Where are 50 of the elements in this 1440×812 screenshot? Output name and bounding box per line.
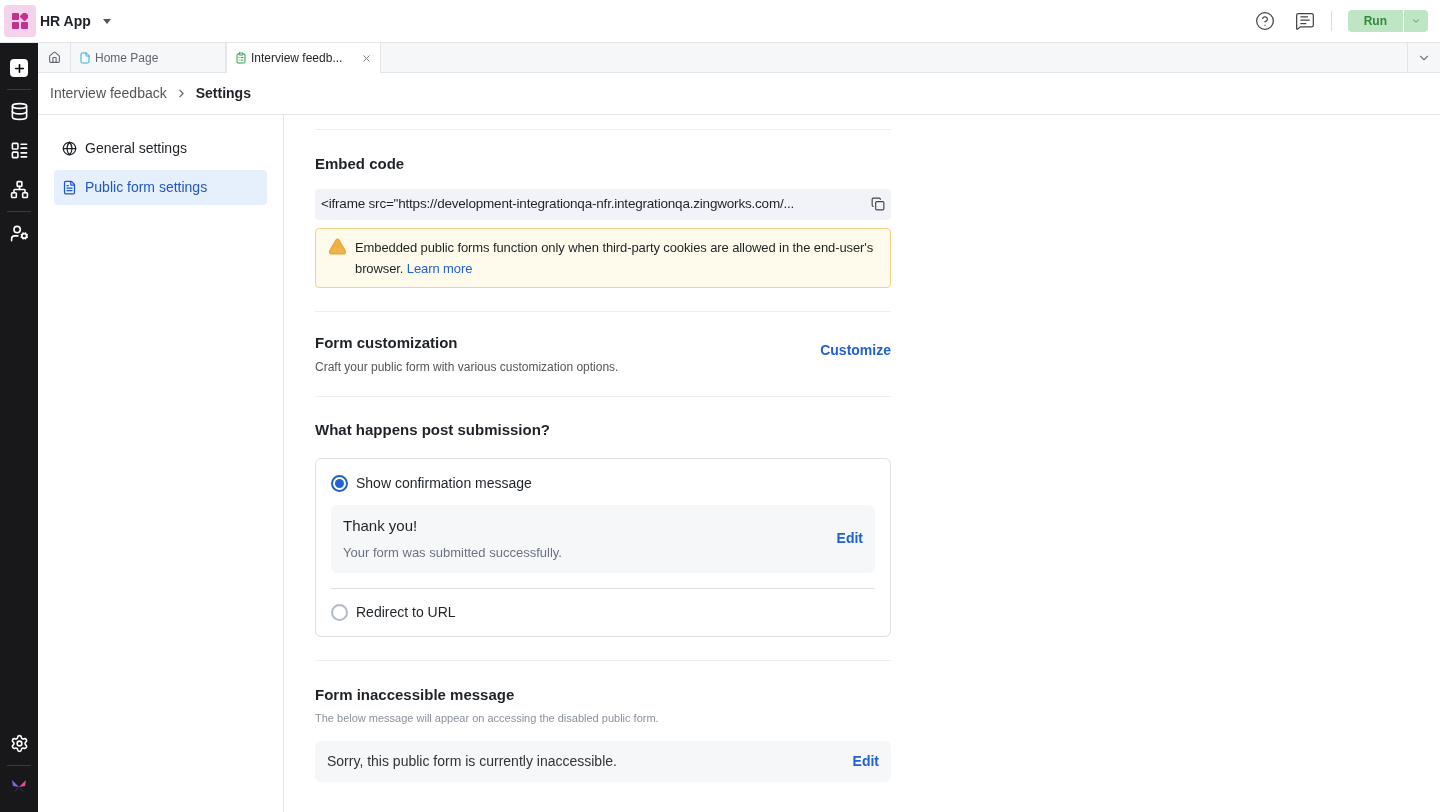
app-menu-caret[interactable]	[102, 18, 111, 24]
comment-icon[interactable]	[1294, 11, 1315, 31]
user-settings-icon[interactable]	[9, 224, 29, 243]
edit-link[interactable]: Edit	[852, 750, 879, 772]
globe-icon	[62, 141, 77, 156]
section-description: Craft your public form with various customization options.	[315, 359, 620, 376]
customize-link[interactable]: Customize	[820, 339, 891, 361]
section-title: Form customization	[315, 332, 459, 353]
page-icon	[79, 51, 91, 64]
radio-label: Show confirmation message	[356, 473, 532, 493]
caret-icon	[102, 18, 111, 24]
edit-link[interactable]: Edit	[836, 528, 863, 549]
embed-code-text: <iframe src="https://development-integrationqa-nfr.integrationqa.zingworks.com/...	[321, 194, 796, 213]
confirmation-title: Thank you!	[343, 515, 419, 536]
settings-nav-item[interactable]: Public form settings	[54, 170, 267, 205]
run-button[interactable]: Run	[1347, 10, 1403, 32]
tab[interactable]: Interview feedb...	[226, 43, 381, 73]
section-description: The below message will appear on accessing the disabled public form.	[315, 711, 660, 726]
radio-label: Redirect to URL	[356, 602, 456, 622]
chevron-down-icon	[1411, 16, 1421, 26]
form-list-icon[interactable]	[9, 141, 29, 160]
section-title: What happens post submission?	[315, 420, 551, 440]
close-icon[interactable]	[361, 52, 372, 64]
warning-text: Embedded public forms function only when third-party cookies are allowed in the end-user's browser. Learn more	[355, 238, 875, 278]
radio-button[interactable]	[331, 603, 348, 621]
learn-more-link[interactable]: Learn more	[406, 260, 473, 276]
plus-icon	[12, 61, 26, 75]
hierarchy-icon[interactable]	[9, 180, 29, 199]
section-title: Embed code	[315, 154, 406, 174]
warning-icon	[328, 236, 347, 256]
copy-icon[interactable]	[871, 197, 885, 211]
confirmation-message: Your form was submitted successfully.	[343, 544, 563, 562]
help-icon[interactable]	[1254, 11, 1275, 31]
section-title: Form inaccessible message	[315, 684, 516, 705]
inaccessible-message: Sorry, this public form is currently inaccessible.	[327, 751, 618, 771]
app-name: HR App	[40, 11, 91, 31]
breadcrumb-link[interactable]: Interview feedback	[50, 83, 167, 104]
grid-icon	[12, 13, 28, 29]
embed-code-field[interactable]: <iframe src="https://development-integrationqa-nfr.integrationqa.zingworks.com/...	[315, 188, 891, 220]
settings-nav-item[interactable]: General settings	[54, 131, 267, 166]
form-icon	[62, 180, 77, 195]
breadcrumb-current: Settings	[195, 84, 251, 103]
add-button[interactable]	[10, 59, 28, 77]
home-icon	[47, 51, 61, 64]
radio-button[interactable]	[331, 474, 348, 492]
tab-label: Interview feedb...	[251, 50, 344, 67]
settings-icon[interactable]	[9, 734, 29, 753]
database-icon[interactable]	[9, 102, 29, 121]
clipboard-icon	[235, 52, 247, 64]
tab-label: Home Page	[95, 49, 160, 67]
